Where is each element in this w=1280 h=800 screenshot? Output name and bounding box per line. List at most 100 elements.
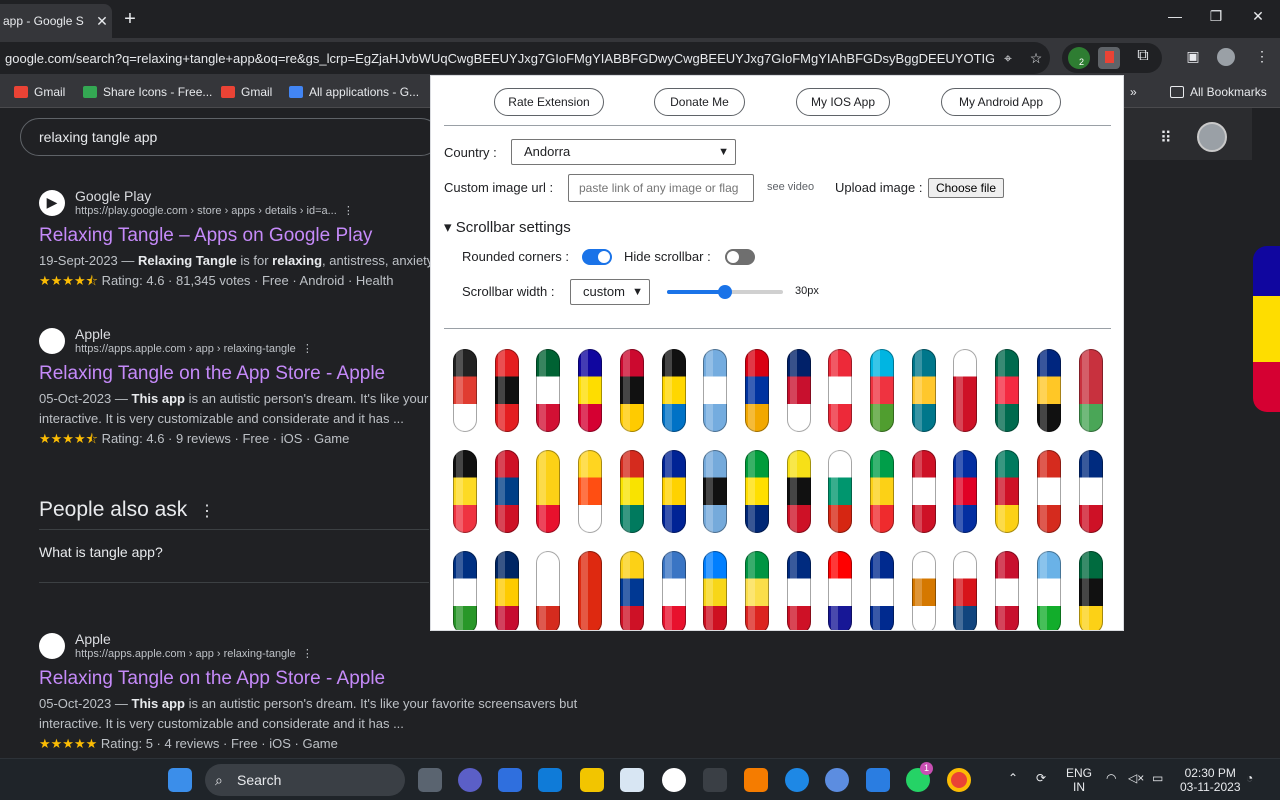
task-view-icon[interactable] [418, 768, 442, 792]
slider-thumb[interactable] [718, 285, 732, 299]
flag-option[interactable] [786, 551, 811, 630]
flag-option[interactable] [744, 450, 769, 533]
photos-icon[interactable] [620, 768, 644, 792]
notepad-icon[interactable] [866, 768, 890, 792]
flag-option[interactable] [870, 349, 894, 432]
flag-option[interactable] [828, 349, 853, 432]
puzzle-icon[interactable]: ⧉ [1132, 47, 1154, 69]
store-icon[interactable] [538, 768, 562, 792]
bookmark-all-applications[interactable]: All applications - G... [289, 85, 419, 99]
shield-extension-icon[interactable]: 2 [1068, 47, 1090, 69]
hide-scrollbar-toggle[interactable] [725, 249, 755, 265]
flag-option[interactable] [1036, 450, 1061, 533]
flag-option[interactable] [536, 349, 561, 432]
chrome-icon[interactable] [947, 768, 971, 792]
flag-option[interactable] [703, 551, 728, 630]
flag-option[interactable] [995, 450, 1020, 533]
flag-option[interactable] [661, 349, 686, 432]
flag-option[interactable] [703, 349, 728, 432]
ios-app-button[interactable]: My IOS App [796, 88, 890, 116]
google-apps-icon[interactable]: ⠿ [1160, 128, 1172, 148]
result-title-link[interactable]: Relaxing Tangle on the App Store - Apple [39, 668, 599, 690]
flag-option[interactable] [536, 450, 561, 533]
flag-option[interactable] [619, 349, 644, 432]
chat-icon[interactable] [458, 768, 482, 792]
flag-option[interactable] [995, 551, 1020, 630]
flag-option[interactable] [1078, 551, 1103, 630]
bookmark-share-icons[interactable]: Share Icons - Free... [83, 85, 212, 99]
flag-option[interactable] [1036, 551, 1061, 630]
address-bar[interactable]: google.com/search?q=relaxing+tangle+app&… [0, 42, 1050, 74]
sync-icon[interactable]: ⟳ [1036, 771, 1046, 785]
flag-option[interactable] [578, 349, 603, 432]
bookmark-gmail-2[interactable]: Gmail [221, 85, 272, 99]
flag-extension-icon[interactable] [1098, 47, 1120, 69]
flag-option[interactable] [578, 551, 603, 630]
flag-option[interactable] [911, 450, 936, 533]
flag-option[interactable] [911, 349, 936, 432]
flag-option[interactable] [1078, 349, 1103, 432]
vscode-like-icon[interactable] [498, 768, 522, 792]
flag-option[interactable] [744, 551, 769, 630]
android-app-button[interactable]: My Android App [941, 88, 1061, 116]
flag-option[interactable] [661, 551, 686, 630]
flag-option[interactable] [995, 349, 1020, 432]
language-indicator[interactable]: ENG IN [1066, 766, 1092, 794]
menu-kebab-icon[interactable]: ⋮ [1252, 48, 1272, 68]
chevron-up-icon[interactable]: ⌃ [1008, 771, 1018, 785]
flag-option[interactable] [828, 450, 853, 533]
unity-icon[interactable] [703, 768, 727, 792]
new-tab-icon[interactable]: + [120, 8, 140, 30]
flag-option[interactable] [619, 450, 644, 533]
profile-avatar[interactable] [1217, 48, 1235, 66]
location-icon[interactable]: ⌖ [994, 50, 1022, 67]
flag-option[interactable] [494, 349, 519, 432]
sublime-icon[interactable] [744, 768, 768, 792]
result-url[interactable]: https://apps.apple.com › app › relaxing-… [75, 342, 313, 355]
windows-start-icon[interactable] [168, 768, 192, 792]
custom-url-input[interactable]: paste link of any image or flag [568, 174, 754, 202]
result-url[interactable]: https://apps.apple.com › app › relaxing-… [75, 647, 313, 660]
wifi-icon[interactable]: ◠ [1106, 771, 1116, 785]
scrollbar-width-slider[interactable] [667, 285, 783, 299]
all-bookmarks[interactable]: All Bookmarks [1170, 85, 1267, 99]
notification-bell-icon[interactable]: ◔ [1246, 771, 1253, 785]
flag-option[interactable] [953, 551, 978, 630]
flag-option[interactable] [786, 450, 811, 533]
flag-option[interactable] [953, 450, 978, 533]
volume-icon[interactable]: ◁× [1128, 771, 1144, 785]
flag-option[interactable] [494, 450, 519, 533]
scrollbar-settings-toggle[interactable]: ▾ Scrollbar settings [444, 218, 571, 236]
flag-option[interactable] [870, 450, 894, 533]
result-url[interactable]: https://play.google.com › store › apps ›… [75, 204, 354, 217]
bookmarks-overflow-icon[interactable]: » [1130, 85, 1137, 99]
flag-option[interactable] [494, 551, 519, 630]
flag-option[interactable] [661, 450, 686, 533]
donate-button[interactable]: Donate Me [654, 88, 745, 116]
rounded-corners-toggle[interactable] [582, 249, 612, 265]
maximize-icon[interactable]: ❐ [1196, 8, 1236, 28]
flag-option[interactable] [453, 551, 477, 630]
flag-option[interactable] [703, 450, 728, 533]
flag-option[interactable] [453, 349, 477, 432]
rate-extension-button[interactable]: Rate Extension [494, 88, 604, 116]
qbittorrent-icon[interactable] [825, 768, 849, 792]
battery-icon[interactable]: ▭ [1152, 771, 1163, 785]
custom-scrollbar-flag[interactable] [1253, 246, 1280, 412]
minimize-icon[interactable]: — [1155, 8, 1195, 28]
flag-option[interactable] [953, 349, 978, 432]
scrollbar-width-select[interactable]: custom ▼ [570, 279, 650, 305]
choose-file-button[interactable]: Choose file [928, 178, 1004, 198]
country-select[interactable]: Andorra ▼ [511, 139, 736, 165]
flag-option[interactable] [870, 551, 894, 630]
close-window-icon[interactable]: ✕ [1238, 8, 1278, 28]
taskbar-search[interactable]: ⌕ Search [205, 764, 405, 796]
flag-option[interactable] [828, 551, 853, 630]
flag-option[interactable] [578, 450, 603, 533]
see-video-link[interactable]: see video [767, 181, 814, 193]
side-panel-icon[interactable]: ▣ [1183, 48, 1203, 68]
tab-close-icon[interactable]: ✕ [92, 13, 112, 30]
browser-alt-icon[interactable] [785, 768, 809, 792]
search-input[interactable]: relaxing tangle app [20, 118, 440, 156]
app-icon[interactable] [662, 768, 686, 792]
